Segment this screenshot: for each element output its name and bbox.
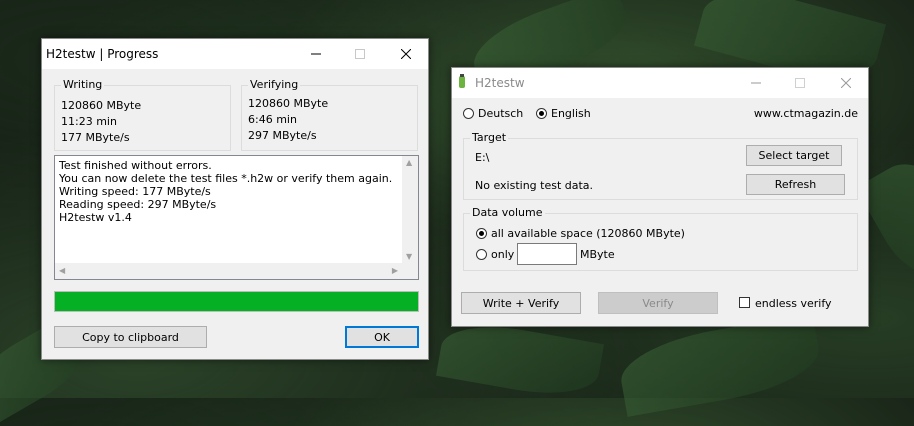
target-path: E:\ — [475, 151, 490, 164]
close-icon — [401, 49, 411, 59]
select-target-button[interactable]: Select target — [746, 145, 842, 166]
only-label[interactable]: only — [491, 248, 514, 261]
maximize-icon — [355, 49, 365, 59]
data-volume-group: Data volume all available space (120860 … — [463, 206, 858, 271]
ok-button[interactable]: OK — [345, 326, 419, 348]
radio-english[interactable] — [536, 108, 547, 119]
scroll-up-arrow-icon[interactable]: ▲ — [406, 158, 412, 167]
progress-window-title: H2testw | Progress — [46, 47, 159, 61]
verifying-size: 120860 MByte — [248, 97, 329, 110]
minimize-button[interactable] — [734, 68, 778, 98]
verifying-time: 6:46 min — [248, 113, 297, 126]
progress-window: H2testw | Progress Writing 120860 MByte … — [41, 38, 429, 360]
main-titlebar: H2testw — [452, 68, 868, 98]
radio-only[interactable] — [476, 249, 487, 260]
main-window-title: H2testw — [475, 76, 525, 90]
website-label: www.ctmagazin.de — [753, 107, 858, 120]
scrollbar-corner — [402, 263, 418, 279]
main-window: H2testw Deutsch English www.ctmagazin.de… — [451, 67, 869, 327]
copy-to-clipboard-button[interactable]: Copy to clipboard — [54, 326, 207, 348]
horizontal-scrollbar[interactable]: ◀ ▶ — [55, 263, 402, 279]
verifying-speed: 297 MByte/s — [248, 129, 317, 142]
result-log[interactable]: Test finished without errors. You can no… — [54, 155, 419, 280]
background-leaf — [615, 313, 825, 417]
maximize-icon — [795, 78, 805, 88]
target-group: Target E:\ No existing test data. Select… — [463, 131, 858, 200]
writing-time: 11:23 min — [61, 115, 117, 128]
radio-all-space[interactable] — [476, 228, 487, 239]
vertical-scrollbar[interactable]: ▲ ▼ — [402, 156, 418, 263]
log-line: You can now delete the test files *.h2w … — [59, 172, 393, 185]
writing-group: Writing 120860 MByte 11:23 min 177 MByte… — [54, 78, 231, 151]
maximize-button — [778, 68, 822, 98]
progress-bar — [54, 291, 419, 312]
verify-button: Verify — [598, 292, 718, 314]
minimize-button[interactable] — [294, 39, 338, 69]
close-button[interactable] — [384, 39, 428, 69]
scroll-left-arrow-icon[interactable]: ◀ — [59, 266, 65, 275]
writing-label: Writing — [61, 78, 105, 91]
minimize-icon — [751, 82, 761, 84]
write-verify-button[interactable]: Write + Verify — [461, 292, 581, 314]
mbyte-amount-input[interactable] — [517, 243, 577, 265]
verifying-group: Verifying 120860 MByte 6:46 min 297 MByt… — [241, 78, 418, 151]
data-volume-group-label: Data volume — [470, 206, 545, 219]
log-text: Test finished without errors. You can no… — [59, 159, 392, 224]
log-line: Writing speed: 177 MByte/s — [59, 185, 211, 198]
target-group-label: Target — [470, 131, 509, 144]
deutsch-label[interactable]: Deutsch — [478, 107, 523, 120]
all-space-label[interactable]: all available space (120860 MByte) — [491, 227, 685, 240]
verifying-label: Verifying — [248, 78, 301, 91]
scroll-down-arrow-icon[interactable]: ▼ — [406, 252, 412, 261]
endless-verify-checkbox[interactable] — [739, 297, 750, 308]
writing-speed: 177 MByte/s — [61, 131, 130, 144]
writing-size: 120860 MByte — [61, 99, 142, 112]
minimize-icon — [311, 53, 321, 55]
log-line: H2testw v1.4 — [59, 211, 132, 224]
log-line: Reading speed: 297 MByte/s — [59, 198, 217, 211]
scroll-right-arrow-icon[interactable]: ▶ — [392, 266, 398, 275]
log-line: Test finished without errors. — [59, 159, 212, 172]
close-icon — [841, 78, 851, 88]
maximize-button — [338, 39, 382, 69]
refresh-button[interactable]: Refresh — [746, 174, 845, 195]
english-label[interactable]: English — [551, 107, 591, 120]
progress-bar-fill — [55, 292, 418, 311]
close-button[interactable] — [824, 68, 868, 98]
progress-titlebar: H2testw | Progress — [42, 39, 428, 69]
mbyte-unit-label: MByte — [580, 248, 615, 261]
target-status: No existing test data. — [475, 179, 594, 192]
background-leaf — [436, 316, 604, 404]
radio-deutsch[interactable] — [463, 108, 474, 119]
endless-verify-label[interactable]: endless verify — [755, 297, 832, 310]
h2testw-app-icon — [459, 74, 465, 88]
